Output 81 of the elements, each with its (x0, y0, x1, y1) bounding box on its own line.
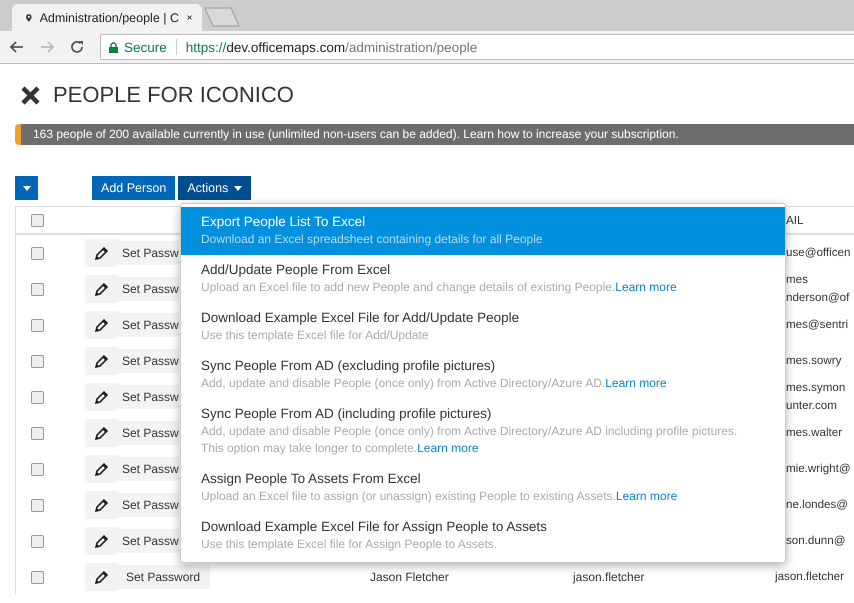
table-cell-text: son.dunn@ (786, 533, 846, 549)
column-heading: AIL (786, 214, 804, 226)
row-checkbox[interactable] (31, 318, 44, 332)
table-cell-text: ne.londes@ (786, 497, 850, 513)
learn-more-link[interactable]: Learn more (605, 376, 667, 390)
pencil-icon (94, 390, 109, 404)
table-cell-text: use@officen (786, 245, 852, 261)
browser-tab[interactable]: Administration/people | C (12, 4, 202, 31)
actions-button[interactable]: Actions (178, 176, 252, 200)
table-cell-text: mes.sowry (786, 353, 842, 369)
edit-button[interactable] (85, 275, 118, 303)
pencil-icon (94, 354, 109, 368)
pencil-icon (94, 426, 109, 440)
pencil-icon (94, 570, 109, 584)
table-cell-text: jason.fletcher (775, 569, 845, 585)
edit-button[interactable] (85, 527, 118, 555)
pencil-icon (94, 498, 109, 512)
table-cell-text: mes.symon (786, 380, 846, 396)
caret-icon (234, 186, 242, 190)
menu-item[interactable]: Sync People From AD (including profile pictures) Add, update and disable People (once only) from Active Directory/Azure AD including profile pictures. This option may take longer to complete.Learn more (181, 399, 785, 464)
row-checkbox[interactable] (31, 534, 44, 548)
back-icon[interactable] (10, 41, 24, 53)
row-checkbox[interactable] (31, 390, 44, 404)
caret-icon (22, 186, 30, 190)
edit-button[interactable] (85, 563, 118, 591)
lock-icon (109, 42, 118, 52)
set-password-button[interactable]: Set Passw (116, 529, 179, 553)
pencil-icon (94, 282, 109, 296)
set-password-button[interactable]: Set Passw (116, 421, 179, 445)
row-checkbox[interactable] (31, 426, 44, 440)
set-password-button[interactable]: Set Password (116, 565, 210, 589)
pencil-icon (94, 318, 109, 332)
edit-button[interactable] (85, 383, 118, 411)
table-cell: jason.fletcher (573, 570, 644, 584)
set-password-button[interactable]: Set Passw (116, 277, 179, 301)
set-password-button[interactable]: Set Passw (116, 241, 179, 265)
close-icon[interactable] (187, 13, 192, 22)
set-password-button[interactable]: Set Passw (116, 349, 179, 373)
table-cell-text: mie.wright@ (786, 461, 852, 477)
select-all-checkbox[interactable] (31, 214, 44, 226)
edit-button[interactable] (85, 239, 118, 267)
edit-button[interactable] (85, 419, 118, 447)
learn-more-link[interactable]: Learn more (417, 441, 478, 455)
set-password-button[interactable]: Set Passw (116, 313, 179, 337)
close-icon[interactable] (21, 86, 40, 104)
subscription-banner: 163 people of 200 available currently in use (unlimited non-users can be added). Learn how to increase your subscription. (15, 124, 854, 145)
table-cell-text: nderson@of (786, 290, 850, 306)
table-cell-text: mes.walter (786, 425, 844, 441)
tab-title: Administration/people | C (40, 10, 179, 24)
set-password-button[interactable]: Set Passw (116, 493, 179, 517)
edit-button[interactable] (85, 347, 118, 375)
row-checkbox[interactable] (31, 246, 44, 260)
add-person-button[interactable]: Add Person (92, 176, 176, 200)
pencil-icon (94, 246, 109, 260)
edit-button[interactable] (85, 455, 118, 483)
set-password-button[interactable]: Set Passw (116, 385, 179, 409)
row-checkbox[interactable] (31, 498, 44, 512)
page-title: PEOPLE FOR ICONICO (53, 82, 294, 108)
menu-item[interactable]: Sync People From AD (excluding profile pictures) Add, update and disable People (once only) from Active Directory/Azure AD.Learn more (181, 351, 785, 399)
row-checkbox[interactable] (31, 282, 44, 296)
row-checkbox[interactable] (31, 570, 44, 584)
learn-more-link[interactable]: Learn more (616, 489, 678, 503)
row-checkbox[interactable] (31, 354, 44, 368)
pencil-icon (94, 534, 109, 548)
menu-item[interactable]: Assign People To Assets From Excel Upload an Excel file to assign (or unassign) existing People to existing Assets.Learn more (181, 464, 785, 512)
edit-button[interactable] (85, 311, 118, 339)
menu-item[interactable]: Download Example Excel File for Add/Update People Use this template Excel file for Add/Update (181, 303, 785, 351)
learn-more-link[interactable]: Learn more (615, 280, 677, 294)
dropdown-button[interactable] (15, 176, 38, 200)
reload-icon[interactable] (70, 40, 84, 54)
set-password-button[interactable]: Set Passw (116, 457, 179, 481)
table-cell-text: mes (786, 272, 809, 288)
menu-item[interactable]: Download Example Excel File for Assign People to Assets Use this template Excel file for Assign People to Assets. (181, 512, 785, 560)
row-checkbox[interactable] (31, 462, 44, 476)
address-field[interactable]: Secure https://dev.officemaps.com/administration/people (100, 34, 854, 60)
pencil-icon (94, 462, 109, 476)
table-cell-text: mes@sentri (786, 317, 850, 333)
edit-button[interactable] (85, 491, 118, 519)
menu-item[interactable]: Add/Update People From Excel Upload an Excel file to add new People and change details of existing People.Learn more (181, 255, 785, 303)
table-cell-text: unter.com (786, 398, 838, 414)
table-cell: Jason Fletcher (370, 570, 449, 584)
